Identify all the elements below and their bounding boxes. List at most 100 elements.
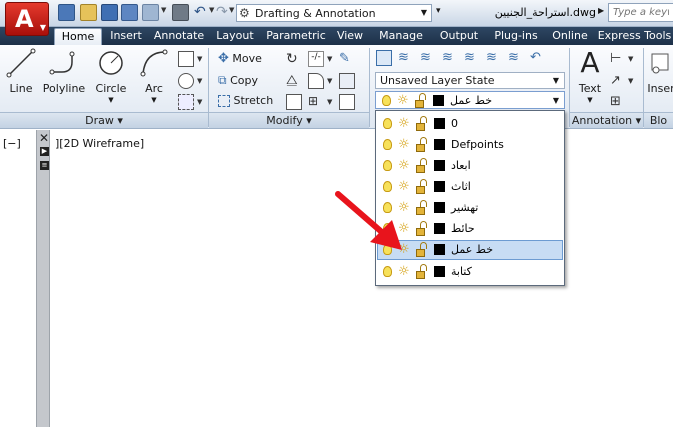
erase-icon[interactable]: ✎ [339,51,355,67]
chevron-down-icon[interactable]: ▼ [209,6,214,14]
unlock-icon[interactable] [416,116,427,131]
sun-icon[interactable]: ☼ [398,265,411,278]
layer-previous-icon[interactable]: ↶ [530,50,546,66]
scale-icon[interactable] [286,94,302,110]
modify-panel-footer[interactable]: Modify ▾ [209,112,369,128]
tab-manage[interactable]: Manage [372,28,430,45]
layer-isolate-icon[interactable]: ≋ [420,50,436,66]
polyline-tool[interactable]: Polyline [40,48,88,95]
tab-view[interactable]: View [330,28,370,45]
layer-state-dropdown[interactable]: Unsaved Layer State ▼ [375,72,565,89]
color-swatch[interactable] [434,139,445,150]
color-swatch[interactable] [434,181,445,192]
layer-match-icon[interactable]: ≋ [508,50,524,66]
chevron-down-icon[interactable]: ▼ [197,98,202,106]
array-icon[interactable]: ⊞ [308,94,324,110]
fillet-icon[interactable] [308,73,324,89]
unlock-icon[interactable] [416,179,427,194]
unlock-icon[interactable] [416,137,427,152]
new-file-icon[interactable] [58,4,75,21]
insert-block-tool[interactable]: Inser [646,48,673,95]
color-swatch[interactable] [434,223,445,234]
lightbulb-icon[interactable] [383,118,392,129]
tab-plug-ins[interactable]: Plug-ins [488,28,544,45]
explode-icon[interactable] [339,73,355,89]
leader-icon[interactable]: ↗ [610,73,626,89]
open-folder-icon[interactable] [80,4,97,21]
unlock-icon[interactable] [416,200,427,215]
layer-row-dimensions[interactable]: ☼ ابعاد [377,156,563,176]
chevron-down-icon[interactable]: ▼ [327,98,332,106]
lightbulb-icon[interactable] [383,160,392,171]
text-tool[interactable]: A Text ▼ [575,48,605,105]
close-icon[interactable]: ✕ [39,131,49,145]
rotate-icon[interactable]: ↻ [286,51,302,67]
circle-tool[interactable]: Circle ▼ [89,48,133,104]
color-swatch[interactable] [434,202,445,213]
block-panel-footer[interactable]: Blo [644,112,673,128]
layer-freeze-icon[interactable]: ≋ [464,50,480,66]
stretch-tool[interactable]: Stretch [218,94,273,107]
customize-qat-icon[interactable]: ▾ [436,6,441,16]
tab-insert[interactable]: Insert [104,28,148,45]
color-swatch[interactable] [434,244,445,255]
tab-online[interactable]: Online [546,28,594,45]
play-arrow-icon[interactable]: ▶ [40,147,49,156]
layer-lock-icon[interactable]: ≋ [486,50,502,66]
arc-tool[interactable]: Arc ▼ [134,48,174,104]
chevron-down-icon[interactable]: ▼ [628,77,633,85]
tab-parametric[interactable]: Parametric [262,28,330,45]
sun-icon[interactable]: ☼ [398,117,411,130]
plot-preview-icon[interactable] [142,4,159,21]
tab-annotate[interactable]: Annotate [150,28,208,45]
sun-icon[interactable]: ☼ [398,138,411,151]
trim-icon[interactable]: -/- [308,51,324,67]
drawing-canvas[interactable] [0,130,673,427]
unlock-icon[interactable] [416,221,427,236]
chevron-down-icon[interactable]: ▼ [628,55,633,63]
save-as-icon[interactable] [121,4,138,21]
layer-states-icon[interactable]: ≋ [398,50,414,66]
application-menu-button[interactable]: A ▼ [5,2,49,36]
workspace-switcher[interactable]: ⚙ Drafting & Annotation ▼ [236,4,432,22]
offset-icon[interactable] [339,94,355,110]
chevron-down-icon[interactable]: ▼ [197,55,202,63]
layer-row-0[interactable]: ☼ 0 [377,114,563,134]
layer-properties-icon[interactable] [376,50,392,66]
ellipse-icon[interactable] [178,73,194,89]
sun-icon[interactable]: ☼ [398,159,411,172]
unlock-icon[interactable] [416,242,427,257]
rectangle-icon[interactable] [178,51,194,67]
move-tool[interactable]: ✥ Move [218,51,262,66]
viewport-control[interactable]: [−] [3,137,21,150]
tab-express-tools[interactable]: Express Tools [596,28,673,45]
table-icon[interactable]: ⊞ [610,94,626,110]
tab-output[interactable]: Output [432,28,486,45]
line-tool[interactable]: Line [3,48,39,95]
unlock-icon[interactable] [416,264,427,279]
save-icon[interactable] [101,4,118,21]
color-swatch[interactable] [434,266,445,277]
current-layer-dropdown[interactable]: ☼ خط عمل ▼ [375,91,565,109]
lightbulb-icon[interactable] [383,266,392,277]
lightbulb-icon[interactable] [383,139,392,150]
search-input[interactable] [608,3,673,22]
play-arrow-icon[interactable]: ▶ [598,6,604,15]
copy-tool[interactable]: ⧉ Copy [218,73,258,88]
layer-row-defpoints[interactable]: ☼ Defpoints [377,135,563,155]
visual-style-control[interactable]: ][2D Wireframe] [55,137,144,150]
annotation-panel-footer[interactable]: Annotation ▾ [570,112,643,128]
print-icon[interactable] [172,4,189,21]
chevron-down-icon[interactable]: ▼ [229,6,234,14]
unlock-icon[interactable] [416,158,427,173]
hatch-icon[interactable] [178,94,194,110]
dimension-icon[interactable]: ⊢ [610,51,626,67]
color-swatch[interactable] [434,118,445,129]
mirror-icon[interactable]: ⧋ [286,73,302,89]
layer-off-icon[interactable]: ≋ [442,50,458,66]
layer-row-text[interactable]: ☼ كتابة [377,262,563,282]
tab-layout[interactable]: Layout [210,28,260,45]
chevron-down-icon[interactable]: ▼ [161,6,166,14]
chevron-down-icon[interactable]: ▼ [327,55,332,63]
tool-palette-strip[interactable] [36,130,50,427]
